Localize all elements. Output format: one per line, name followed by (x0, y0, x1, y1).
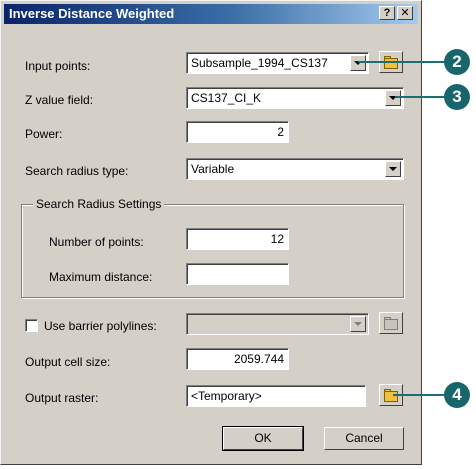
maximum-distance-input[interactable] (186, 263, 289, 285)
barrier-polylines-browse-button[interactable] (379, 312, 403, 334)
ok-button[interactable]: OK (222, 426, 304, 451)
output-cell-size-label: Output cell size: (25, 355, 111, 369)
search-radius-type-dropdown[interactable]: Variable (186, 158, 404, 180)
chevron-down-icon[interactable] (350, 316, 366, 332)
output-raster-input[interactable]: <Temporary> (186, 385, 366, 407)
search-radius-type-value: Variable (191, 162, 235, 176)
callout-badge-2: 2 (444, 49, 470, 75)
chevron-down-icon[interactable] (385, 161, 401, 177)
search-radius-type-label: Search radius type: (25, 164, 129, 178)
chevron-down-icon[interactable] (385, 90, 401, 106)
number-of-points-label: Number of points: (49, 235, 144, 249)
idw-dialog: Inverse Distance Weighted ? ✕ Input poin… (0, 0, 422, 465)
use-barrier-polylines-checkbox[interactable] (25, 319, 38, 332)
help-button[interactable]: ? (379, 6, 395, 20)
barrier-polylines-dropdown[interactable] (186, 313, 369, 335)
output-cell-size-input[interactable]: 2059.744 (186, 348, 289, 370)
callout-badge-3: 3 (444, 84, 470, 110)
close-button[interactable]: ✕ (397, 6, 413, 20)
power-label: Power: (25, 127, 63, 141)
maximum-distance-label: Maximum distance: (49, 270, 153, 284)
number-of-points-input[interactable]: 12 (186, 228, 289, 250)
title-bar: Inverse Distance Weighted ? ✕ (4, 4, 418, 24)
dialog-title: Inverse Distance Weighted (9, 6, 175, 21)
input-points-dropdown[interactable]: Subsample_1994_CS137 (186, 52, 369, 74)
open-folder-icon (384, 317, 398, 330)
chevron-down-icon[interactable] (350, 55, 366, 71)
power-input[interactable]: 2 (186, 121, 289, 143)
callout-badge-4: 4 (444, 382, 470, 408)
use-barrier-polylines-label: Use barrier polylines: (44, 319, 157, 333)
callout-line-4 (393, 394, 450, 396)
callout-line-2 (358, 61, 450, 63)
cancel-button[interactable]: Cancel (324, 427, 404, 450)
input-points-label: Input points: (25, 59, 91, 73)
output-raster-label: Output raster: (25, 391, 99, 405)
z-value-field-label: Z value field: (25, 93, 94, 107)
z-value-field-value: CS137_CI_K (191, 91, 262, 105)
callout-line-3 (395, 96, 450, 98)
z-value-field-dropdown[interactable]: CS137_CI_K (186, 87, 404, 109)
search-radius-settings-legend: Search Radius Settings (33, 197, 165, 211)
input-points-value: Subsample_1994_CS137 (191, 56, 328, 70)
